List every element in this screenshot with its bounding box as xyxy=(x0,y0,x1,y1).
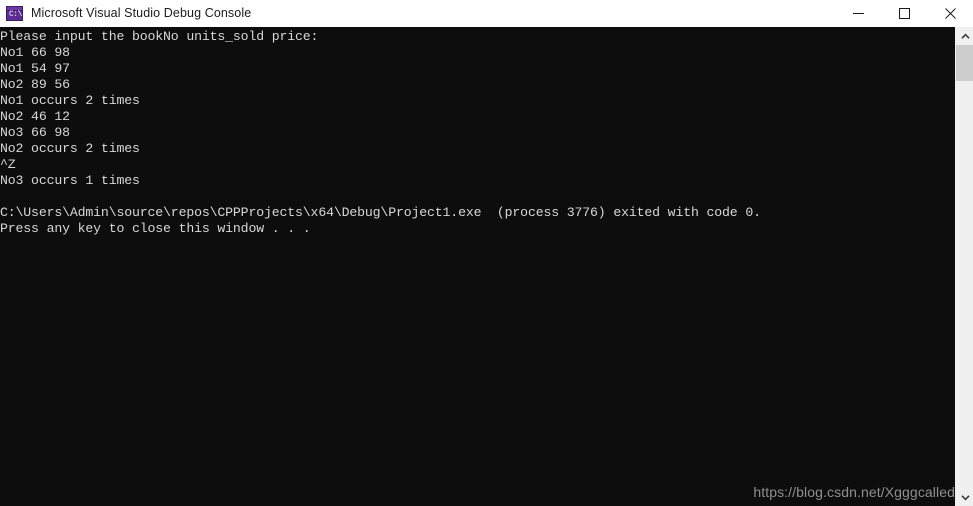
console-line: No2 46 12 xyxy=(0,109,70,124)
minimize-button[interactable] xyxy=(835,0,881,26)
maximize-icon xyxy=(898,7,910,19)
scrollbar-track[interactable] xyxy=(956,45,973,488)
console-line: No2 89 56 xyxy=(0,77,70,92)
minimize-icon xyxy=(852,12,864,14)
title-bar[interactable]: C:\ Microsoft Visual Studio Debug Consol… xyxy=(0,0,973,27)
close-button[interactable] xyxy=(927,0,973,26)
console-line: No3 occurs 1 times xyxy=(0,173,140,188)
console-text-buffer: Please input the bookNo units_sold price… xyxy=(0,29,955,237)
console-line: Press any key to close this window . . . xyxy=(0,221,311,236)
scrollbar-thumb[interactable] xyxy=(956,45,973,81)
console-app-icon-prompt: C:\ xyxy=(9,9,22,19)
console-app-icon: C:\ xyxy=(6,5,23,21)
chevron-up-icon xyxy=(960,32,970,39)
window-title: Microsoft Visual Studio Debug Console xyxy=(31,6,252,20)
console-line: C:\Users\Admin\source\repos\CPPProjects\… xyxy=(0,205,761,220)
close-icon xyxy=(944,7,956,19)
console-line: Please input the bookNo units_sold price… xyxy=(0,29,319,44)
console-line: No2 occurs 2 times xyxy=(0,141,140,156)
scrollbar-up-button[interactable] xyxy=(956,27,973,45)
console-output-area[interactable]: Please input the bookNo units_sold price… xyxy=(0,27,973,506)
debug-console-window: C:\ Microsoft Visual Studio Debug Consol… xyxy=(0,0,973,506)
watermark-url: https://blog.csdn.net/Xgggcalled xyxy=(753,484,955,500)
scrollbar-down-button[interactable] xyxy=(956,488,973,506)
console-line: No1 54 97 xyxy=(0,61,70,76)
vertical-scrollbar[interactable] xyxy=(955,27,973,506)
console-line: No3 66 98 xyxy=(0,125,70,140)
chevron-down-icon xyxy=(960,494,970,501)
console-line: No1 66 98 xyxy=(0,45,70,60)
console-line: No1 occurs 2 times xyxy=(0,93,140,108)
console-line: ^Z xyxy=(0,157,16,172)
maximize-button[interactable] xyxy=(881,0,927,26)
window-controls xyxy=(835,0,973,26)
